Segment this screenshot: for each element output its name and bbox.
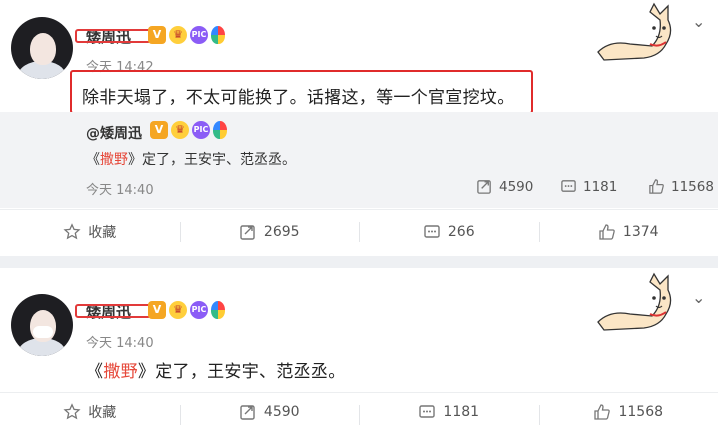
verified-badge-icon[interactable]: V: [148, 26, 166, 44]
repost-icon: [240, 224, 255, 240]
favorite-button[interactable]: 收藏: [0, 210, 180, 253]
avatar[interactable]: [11, 17, 73, 79]
comment-icon: [419, 405, 436, 418]
like-count: 11568: [618, 404, 664, 420]
comment-count: 266: [447, 223, 475, 240]
user-badges: V ♛ PIC: [148, 26, 225, 44]
dog-sticker-icon: [597, 272, 672, 331]
repost-count: 4590: [499, 178, 534, 195]
repost-icon: [240, 405, 255, 420]
like-button[interactable]: 11568: [538, 393, 718, 431]
weibo-card-1: 矮周迅 V ♛ PIC 今天 14:42 除非天塌了，不太可能换了。话撂这，等一…: [0, 0, 718, 256]
favorite-label: 收藏: [88, 405, 117, 421]
crown-badge-icon[interactable]: ♛: [169, 26, 187, 44]
avatar[interactable]: [11, 294, 73, 356]
repost-button[interactable]: 2695: [179, 210, 360, 253]
chevron-down-icon[interactable]: ⌄: [692, 12, 705, 31]
post-time[interactable]: 今天 14:40: [86, 332, 154, 351]
crown-badge-icon[interactable]: ♛: [169, 301, 187, 319]
repost-comment-stat[interactable]: 1181: [560, 178, 617, 195]
star-icon: [63, 403, 81, 420]
repost-text-prefix: 《: [86, 152, 100, 168]
post-text-prefix: 《: [86, 362, 104, 382]
topic-link[interactable]: 撒野: [100, 152, 128, 168]
action-bar: 收藏 2695 266 1374: [0, 209, 718, 253]
balloon-badge-icon[interactable]: [211, 301, 225, 319]
repost-text-suffix: 》定了，王安宇、范丞丞。: [128, 152, 296, 168]
repost-button[interactable]: 4590: [179, 393, 360, 431]
repost-time[interactable]: 今天 14:40: [86, 179, 154, 198]
favorite-button[interactable]: 收藏: [0, 393, 180, 431]
comment-button[interactable]: 266: [359, 210, 539, 253]
verified-badge-icon[interactable]: V: [148, 301, 166, 319]
comment-icon: [424, 224, 440, 238]
action-bar: 收藏 4590 1181 11568: [0, 392, 718, 431]
like-count: 1374: [622, 223, 659, 240]
username-redaction-box: [75, 304, 151, 318]
star-icon: [63, 222, 81, 239]
like-button[interactable]: 1374: [538, 210, 718, 253]
repost-count: 4590: [263, 404, 300, 420]
balloon-badge-icon[interactable]: [213, 121, 227, 139]
comment-count: 1181: [443, 404, 480, 420]
verified-badge-icon[interactable]: V: [150, 121, 168, 139]
crown-badge-icon[interactable]: ♛: [171, 121, 189, 139]
repost-block[interactable]: @矮周迅 V ♛ PIC 《撒野》定了，王安宇、范丞丞。 今天 14:40 45…: [0, 112, 718, 208]
repost-share-stat[interactable]: 4590: [476, 178, 533, 195]
repost-text: 《撒野》定了，王安宇、范丞丞。: [86, 149, 296, 169]
comment-button[interactable]: 1181: [359, 393, 539, 431]
pic-badge-icon[interactable]: PIC: [190, 301, 208, 319]
comment-icon: [561, 180, 576, 192]
topic-link[interactable]: 撒野: [103, 362, 138, 382]
repost-username[interactable]: @矮周迅: [86, 123, 142, 143]
like-icon: [649, 179, 664, 194]
repost-count: 2695: [263, 223, 300, 240]
comment-count: 1181: [583, 178, 618, 195]
pic-badge-icon[interactable]: PIC: [190, 26, 208, 44]
chevron-down-icon[interactable]: ⌄: [692, 288, 705, 307]
username-redaction-box: [75, 29, 151, 43]
like-count: 11568: [671, 178, 714, 195]
like-icon: [599, 223, 615, 240]
favorite-label: 收藏: [88, 224, 117, 241]
balloon-badge-icon[interactable]: [211, 26, 225, 44]
dog-sticker-icon: [597, 2, 672, 61]
repost-user-badges: V ♛ PIC: [150, 121, 227, 139]
weibo-card-2: 矮周迅 V ♛ PIC 今天 14:40 《撒野》定了，王安宇、范丞丞。 ⌄ 收…: [0, 268, 718, 431]
user-badges: V ♛ PIC: [148, 301, 225, 319]
like-icon: [594, 404, 611, 420]
repost-like-stat[interactable]: 11568: [648, 178, 714, 195]
post-text: 《撒野》定了，王安宇、范丞丞。: [86, 357, 346, 382]
post-text-suffix: 》定了，王安宇、范丞丞。: [137, 362, 346, 382]
pic-badge-icon[interactable]: PIC: [192, 121, 210, 139]
highlight-box: [70, 70, 533, 114]
repost-icon: [477, 180, 491, 194]
